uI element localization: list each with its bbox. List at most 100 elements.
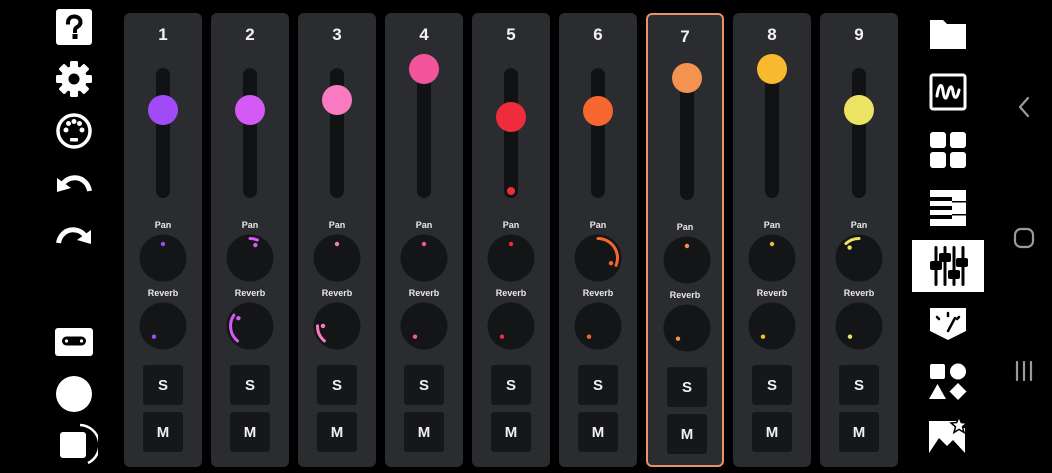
channel-strip[interactable]: 9 Pan Reverb S M xyxy=(820,13,898,467)
pan-indicator-dot xyxy=(160,241,166,247)
volume-fader-handle[interactable] xyxy=(583,96,613,127)
volume-fader-track[interactable] xyxy=(417,68,431,198)
pan-knob[interactable] xyxy=(226,234,274,282)
mute-button[interactable]: M xyxy=(404,412,444,452)
volume-fader-track[interactable] xyxy=(852,68,866,198)
reverb-knob[interactable] xyxy=(226,302,274,350)
pan-knob[interactable] xyxy=(663,236,711,284)
settings-button[interactable] xyxy=(50,57,98,101)
volume-fader-track[interactable] xyxy=(156,68,170,198)
volume-fader-handle[interactable] xyxy=(672,62,702,93)
channel-strip[interactable]: 3 Pan Reverb S M xyxy=(298,13,376,467)
record-button[interactable] xyxy=(50,372,98,416)
volume-fader-handle[interactable] xyxy=(322,84,352,115)
waveform-icon xyxy=(929,73,967,111)
mixer-button[interactable] xyxy=(912,240,984,292)
channel-strip[interactable]: 5 Pan Reverb S M xyxy=(472,13,550,467)
solo-button[interactable]: S xyxy=(317,365,357,405)
piano-keys-icon xyxy=(930,190,966,226)
solo-button[interactable]: S xyxy=(667,367,707,407)
sample-editor-button[interactable] xyxy=(912,66,984,118)
channel-strip[interactable]: 6 Pan Reverb S M xyxy=(559,13,637,467)
mute-button[interactable]: M xyxy=(752,412,792,452)
recents-nav-button[interactable] xyxy=(1008,355,1040,387)
reverb-knob[interactable] xyxy=(313,302,361,350)
channel-strip[interactable]: 8 Pan Reverb S M xyxy=(733,13,811,467)
reverb-knob[interactable] xyxy=(835,302,883,350)
pan-knob[interactable] xyxy=(748,234,796,282)
pan-knob-body xyxy=(400,234,448,282)
fader-level-fill xyxy=(507,187,515,195)
volume-fader-handle[interactable] xyxy=(757,54,787,84)
pan-knob[interactable] xyxy=(835,234,883,282)
gear-icon xyxy=(56,61,92,97)
midi-button[interactable] xyxy=(50,109,98,153)
reverb-knob-body xyxy=(139,302,187,350)
effects-button[interactable] xyxy=(912,298,984,350)
browser-button[interactable] xyxy=(912,8,984,60)
pan-knob[interactable] xyxy=(313,234,361,282)
volume-fader-track[interactable] xyxy=(765,68,779,198)
pads-button[interactable] xyxy=(912,124,984,176)
shapes-button[interactable] xyxy=(912,356,984,408)
mute-button[interactable]: M xyxy=(491,412,531,452)
mute-button[interactable]: M xyxy=(839,412,879,452)
redo-button[interactable] xyxy=(50,215,98,259)
pan-knob[interactable] xyxy=(487,234,535,282)
volume-fader-handle[interactable] xyxy=(496,101,526,132)
reverb-knob[interactable] xyxy=(400,302,448,350)
reverb-knob-body xyxy=(313,302,361,350)
pan-label: Pan xyxy=(241,220,259,230)
channel-strip[interactable]: 1 Pan Reverb S M xyxy=(124,13,202,467)
volume-fader-track[interactable] xyxy=(504,68,518,198)
pan-label: Pan xyxy=(502,220,520,230)
reverb-knob[interactable] xyxy=(487,302,535,350)
volume-fader-handle[interactable] xyxy=(844,95,874,126)
mute-button[interactable]: M xyxy=(230,412,270,452)
help-button[interactable] xyxy=(50,5,98,49)
pan-knob-body xyxy=(139,234,187,282)
pan-knob[interactable] xyxy=(139,234,187,282)
mute-button[interactable]: M xyxy=(667,414,707,454)
reverb-indicator-dot xyxy=(499,334,505,339)
volume-fader-track[interactable] xyxy=(243,68,257,198)
mute-button[interactable]: M xyxy=(317,412,357,452)
home-nav-button[interactable] xyxy=(1008,222,1040,254)
mixer-screen: 1 Pan Reverb S M 2 Pan Reverb S M 3 Pan Reverb S M 4 Pan… xyxy=(0,0,1052,473)
reverb-knob-body xyxy=(835,302,883,350)
reverb-knob[interactable] xyxy=(663,304,711,352)
reverb-label: Reverb xyxy=(321,288,353,298)
reverb-indicator-dot xyxy=(412,334,418,339)
undo-button[interactable] xyxy=(50,163,98,207)
scenes-button[interactable] xyxy=(912,410,984,462)
volume-fader-track[interactable] xyxy=(591,68,605,198)
channel-strip[interactable]: 2 Pan Reverb S M xyxy=(211,13,289,467)
back-nav-button[interactable] xyxy=(1008,91,1040,123)
pan-knob[interactable] xyxy=(400,234,448,282)
piano-roll-button[interactable] xyxy=(912,182,984,234)
reverb-knob-dial xyxy=(748,302,796,350)
reverb-knob[interactable] xyxy=(748,302,796,350)
channel-number: 5 xyxy=(506,25,516,44)
pan-indicator-dot xyxy=(769,241,775,247)
mute-button[interactable]: M xyxy=(578,412,618,452)
loop-record-button[interactable] xyxy=(50,320,98,364)
channel-strip[interactable]: 7 Pan Reverb S M xyxy=(646,13,724,467)
solo-button[interactable]: S xyxy=(491,365,531,405)
volume-fader-handle[interactable] xyxy=(409,54,439,84)
mute-button[interactable]: M xyxy=(143,412,183,452)
volume-fader-handle[interactable] xyxy=(235,95,265,126)
solo-button[interactable]: S xyxy=(230,365,270,405)
channel-strip[interactable]: 4 Pan Reverb S M xyxy=(385,13,463,467)
solo-button[interactable]: S xyxy=(404,365,444,405)
pan-knob[interactable] xyxy=(574,234,622,282)
volume-fader-handle[interactable] xyxy=(148,95,178,126)
stop-button[interactable] xyxy=(50,421,98,465)
solo-button[interactable]: S xyxy=(839,365,879,405)
solo-button[interactable]: S xyxy=(143,365,183,405)
reverb-label: Reverb xyxy=(582,288,614,298)
reverb-knob[interactable] xyxy=(139,302,187,350)
reverb-knob[interactable] xyxy=(574,302,622,350)
solo-button[interactable]: S xyxy=(578,365,618,405)
solo-button[interactable]: S xyxy=(752,365,792,405)
